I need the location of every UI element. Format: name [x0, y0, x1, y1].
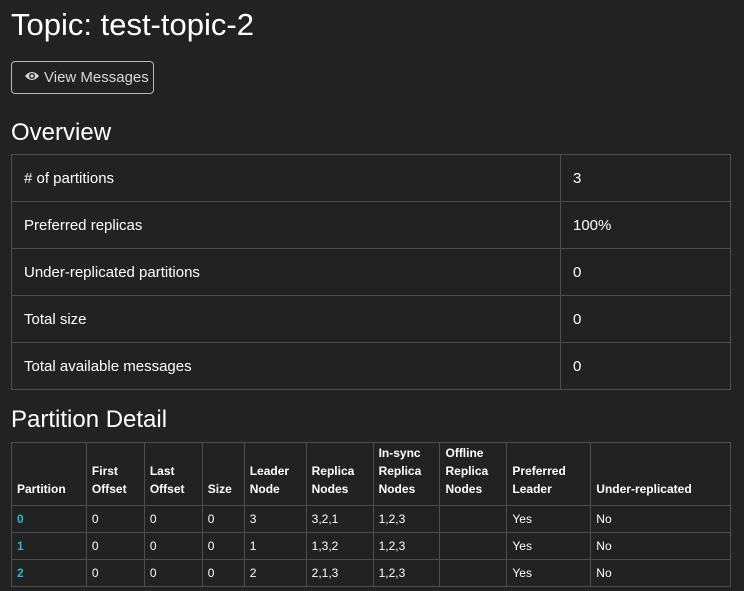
overview-value: 100% [560, 201, 731, 249]
under-replicated-cell: No [590, 532, 731, 560]
view-messages-label: View Messages [44, 69, 149, 86]
overview-value: 0 [560, 295, 731, 343]
table-row: Total size 0 [11, 295, 731, 343]
in-sync-replica-nodes-cell: 1,2,3 [372, 559, 441, 587]
table-row: Under-replicated partitions 0 [11, 248, 731, 296]
overview-heading: Overview [11, 119, 112, 146]
preferred-leader-cell: Yes [506, 505, 592, 533]
table-row: 2 0 0 0 2 2,1,3 1,2,3 Yes No [11, 559, 731, 587]
table-row: Total available messages 0 [11, 342, 731, 390]
col-under-replicated: Under-replicated [590, 442, 731, 506]
overview-label: # of partitions [11, 154, 561, 202]
partition-cell: 1 [11, 532, 87, 560]
overview-label: Total available messages [11, 342, 561, 390]
partition-detail-heading: Partition Detail [11, 406, 168, 433]
leader-node-cell: 3 [243, 505, 307, 533]
col-in-sync-replica-nodes: In-sync Replica Nodes [372, 442, 441, 506]
replica-nodes-cell: 1,3,2 [305, 532, 374, 560]
table-row: 0 0 0 0 3 3,2,1 1,2,3 Yes No [11, 505, 731, 533]
offline-replica-nodes-cell [439, 532, 508, 560]
overview-value: 0 [560, 342, 731, 390]
view-messages-button[interactable]: View Messages [11, 61, 154, 94]
col-leader-node: Leader Node [243, 442, 307, 506]
col-size: Size [201, 442, 245, 506]
col-first-offset: First Offset [85, 442, 145, 506]
col-offline-replica-nodes: Offline Replica Nodes [439, 442, 508, 506]
leader-node-cell: 2 [243, 559, 307, 587]
overview-table: # of partitions 3 Preferred replicas 100… [11, 154, 731, 390]
last-offset-cell: 0 [143, 532, 203, 560]
offline-replica-nodes-cell [439, 505, 508, 533]
size-cell: 0 [201, 505, 245, 533]
preferred-leader-cell: Yes [506, 559, 592, 587]
leader-node-cell: 1 [243, 532, 307, 560]
size-cell: 0 [201, 532, 245, 560]
col-partition: Partition [11, 442, 87, 506]
first-offset-cell: 0 [85, 559, 145, 587]
col-replica-nodes: Replica Nodes [305, 442, 374, 506]
in-sync-replica-nodes-cell: 1,2,3 [372, 532, 441, 560]
replica-nodes-cell: 2,1,3 [305, 559, 374, 587]
partition-table: Partition First Offset Last Offset Size … [11, 442, 731, 587]
overview-label: Total size [11, 295, 561, 343]
eye-icon [24, 69, 40, 86]
header-row: Partition First Offset Last Offset Size … [11, 442, 731, 506]
under-replicated-cell: No [590, 505, 731, 533]
last-offset-cell: 0 [143, 559, 203, 587]
overview-label: Preferred replicas [11, 201, 561, 249]
col-preferred-leader: Preferred Leader [506, 442, 592, 506]
partition-link[interactable]: 0 [17, 512, 24, 526]
table-row: 1 0 0 0 1 1,3,2 1,2,3 Yes No [11, 532, 731, 560]
partition-link[interactable]: 2 [17, 566, 24, 580]
overview-value: 0 [560, 248, 731, 296]
offline-replica-nodes-cell [439, 559, 508, 587]
col-last-offset: Last Offset [143, 442, 203, 506]
replica-nodes-cell: 3,2,1 [305, 505, 374, 533]
first-offset-cell: 0 [85, 505, 145, 533]
partition-cell: 0 [11, 505, 87, 533]
overview-value: 3 [560, 154, 731, 202]
table-row: Preferred replicas 100% [11, 201, 731, 249]
partition-cell: 2 [11, 559, 87, 587]
under-replicated-cell: No [590, 559, 731, 587]
table-row: # of partitions 3 [11, 154, 731, 202]
in-sync-replica-nodes-cell: 1,2,3 [372, 505, 441, 533]
first-offset-cell: 0 [85, 532, 145, 560]
overview-label: Under-replicated partitions [11, 248, 561, 296]
preferred-leader-cell: Yes [506, 532, 592, 560]
last-offset-cell: 0 [143, 505, 203, 533]
size-cell: 0 [201, 559, 245, 587]
partition-link[interactable]: 1 [17, 539, 24, 553]
page-title: Topic: test-topic-2 [11, 7, 254, 42]
